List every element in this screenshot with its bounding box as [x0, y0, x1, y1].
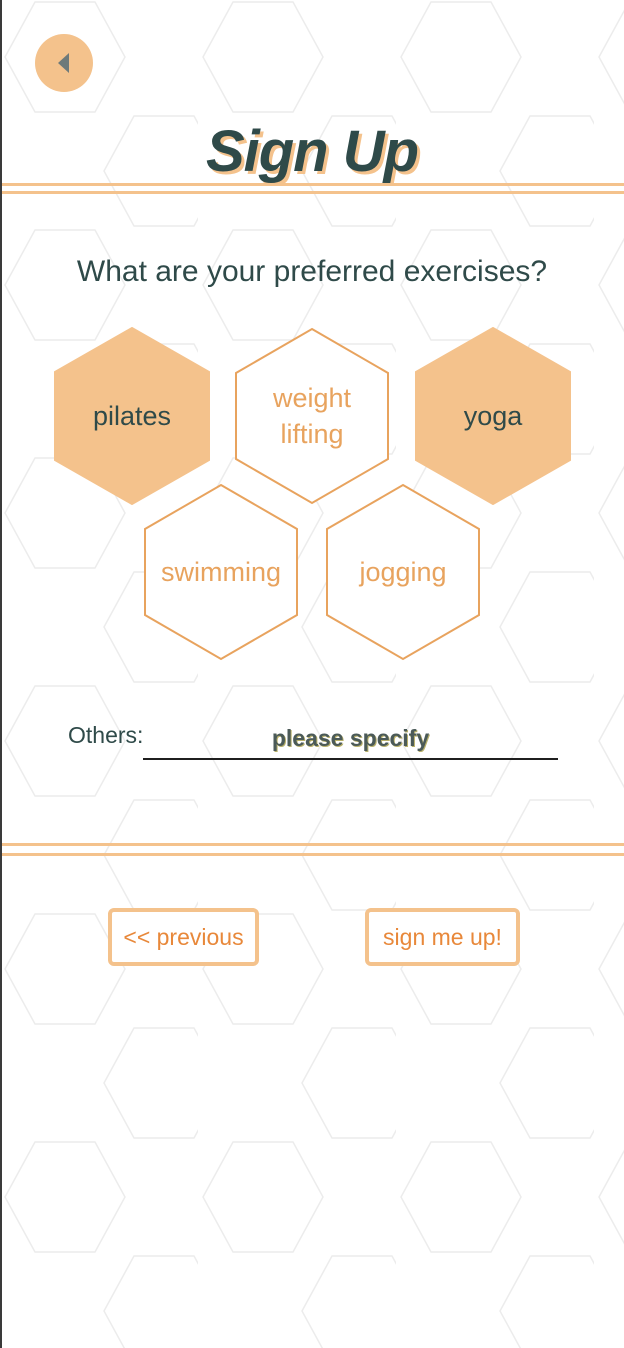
exercise-option-weight-lifting[interactable]: weight lifting — [234, 327, 390, 505]
exercise-label: weight lifting — [272, 383, 352, 449]
sign-up-button[interactable]: sign me up! — [365, 908, 520, 966]
exercise-label: yoga — [463, 401, 523, 431]
exercise-option-pilates[interactable]: pilates — [54, 327, 210, 505]
caret-left-icon — [58, 53, 69, 73]
exercise-label: pilates — [92, 401, 172, 431]
title-divider-top — [2, 183, 624, 186]
exercise-question: What are your preferred exercises? — [76, 255, 548, 288]
page-title: Sign Up — [205, 119, 419, 184]
others-input[interactable] — [143, 718, 558, 760]
exercise-option-jogging[interactable]: jogging — [325, 483, 481, 661]
back-button[interactable] — [35, 34, 93, 92]
previous-button[interactable]: << previous — [108, 908, 259, 966]
others-label: Others: — [68, 722, 144, 748]
footer-divider-top — [2, 843, 624, 846]
exercise-label: swimming — [160, 557, 281, 587]
exercise-label: jogging — [359, 557, 447, 587]
exercise-option-swimming[interactable]: swimming — [143, 483, 299, 661]
hexagon-background-pattern — [0, 0, 624, 1348]
footer-divider-bottom — [2, 853, 624, 856]
title-divider-bottom — [2, 191, 624, 194]
exercise-option-yoga[interactable]: yoga — [415, 327, 571, 505]
